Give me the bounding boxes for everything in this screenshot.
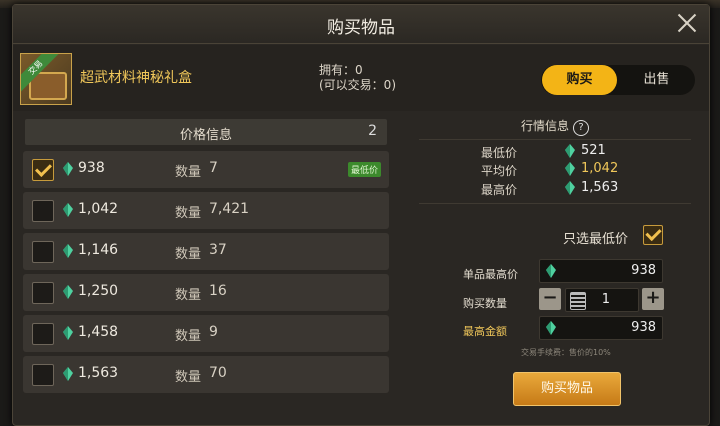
price-rows: 938 数量 7 最低价 1,042 数量 7,421 1,146 数量 37 1,250 数量 16 1… (23, 151, 389, 397)
purchase-button[interactable]: 购买物品 (513, 372, 621, 406)
row-price: 1,250 (78, 283, 119, 299)
price-row[interactable]: 1,146 数量 37 (23, 233, 389, 270)
row-price: 1,458 (78, 324, 119, 340)
row-qty-value: 9 (209, 324, 218, 340)
row-qty-label: 数量 (175, 247, 202, 262)
row-price: 938 (78, 160, 105, 176)
price-list-title: 价格信息 (179, 128, 232, 143)
price-list-count: 2 (368, 123, 377, 139)
gem-icon (565, 181, 575, 195)
gem-icon (63, 162, 73, 176)
gem-icon (546, 264, 556, 278)
buy-sell-toggle: 购买 出售 (541, 65, 695, 95)
price-row[interactable]: 1,563 数量 70 (23, 356, 389, 393)
row-qty-value: 70 (209, 365, 227, 381)
calculator-icon[interactable] (570, 292, 586, 310)
max-total-value: 938 (631, 320, 656, 335)
quantity-plus-button[interactable]: + (642, 288, 664, 310)
row-checkbox[interactable] (32, 159, 54, 181)
help-icon[interactable]: ? (573, 120, 589, 136)
gem-icon (546, 321, 556, 335)
row-checkbox[interactable] (32, 323, 54, 345)
item-header: 交易 超武材料神秘礼盒 拥有：0 (可以交易：0) 购买 出售 (13, 45, 709, 111)
row-qty-label: 数量 (175, 165, 202, 180)
market-info-label: 行情信息 (520, 119, 569, 133)
owned-info: 拥有：0 (可以交易：0) (319, 63, 396, 93)
max-price-label: 最高价 (481, 183, 518, 197)
row-qty-label: 数量 (175, 329, 202, 344)
min-price-value: 521 (581, 143, 606, 158)
avg-price-value: 1,042 (581, 161, 619, 176)
price-list-panel: 价格信息 2 938 数量 7 最低价 1,042 数量 7,421 1,146 数量 37 1,2… (21, 115, 391, 413)
row-qty-label: 数量 (175, 370, 202, 385)
price-row[interactable]: 1,458 数量 9 (23, 315, 389, 352)
row-checkbox[interactable] (32, 200, 54, 222)
price-row[interactable]: 1,042 数量 7,421 (23, 192, 389, 229)
gem-icon (63, 244, 73, 258)
min-price-label: 最低价 (481, 146, 518, 160)
dialog-title: 购买物品 (327, 18, 395, 38)
tab-sell[interactable]: 出售 (619, 65, 694, 95)
divider (419, 203, 691, 204)
order-panel: 行情信息? 最低价 521 平均价 1,042 最高价 1,563 只选最低价 … (409, 115, 701, 413)
quantity-label: 购买数量 (463, 297, 507, 310)
row-checkbox[interactable] (32, 282, 54, 304)
row-qty-value: 16 (209, 283, 227, 299)
gem-icon (565, 162, 575, 176)
gem-icon (63, 367, 73, 381)
price-row[interactable]: 1,250 数量 16 (23, 274, 389, 311)
gem-icon (63, 285, 73, 299)
avg-price-label: 平均价 (481, 164, 518, 178)
row-qty-value: 37 (209, 242, 227, 258)
item-name: 超武材料神秘礼盒 (80, 70, 192, 86)
max-price-value: 1,563 (581, 180, 619, 195)
row-price: 1,042 (78, 201, 119, 217)
max-total-label: 最高金额 (463, 325, 507, 338)
max-unit-price-value: 938 (631, 263, 656, 278)
tradable-count: (可以交易：0) (319, 78, 396, 92)
fee-note: 交易手续费：售价的10% (521, 348, 611, 357)
tab-buy[interactable]: 购买 (542, 65, 617, 95)
purchase-dialog: 购买物品 交易 超武材料神秘礼盒 拥有：0 (可以交易：0) 购买 出售 价格信… (12, 4, 710, 426)
owned-count: 拥有：0 (319, 63, 363, 77)
only-lowest-checkbox[interactable] (643, 225, 663, 245)
row-qty-label: 数量 (175, 206, 202, 221)
max-unit-price-label: 单品最高价 (463, 268, 518, 281)
market-info-title: 行情信息? (409, 117, 701, 136)
max-total-field[interactable]: 938 (539, 316, 663, 340)
row-price: 1,146 (78, 242, 119, 258)
title-bar: 购买物品 (13, 5, 709, 44)
row-price: 1,563 (78, 365, 119, 381)
max-unit-price-field[interactable]: 938 (539, 259, 663, 283)
row-checkbox[interactable] (32, 364, 54, 386)
gem-icon (63, 326, 73, 340)
quantity-minus-button[interactable]: − (539, 288, 561, 310)
row-checkbox[interactable] (32, 241, 54, 263)
gem-icon (63, 203, 73, 217)
price-list-header: 价格信息 2 (25, 119, 387, 145)
item-icon: 交易 (20, 53, 72, 105)
divider (419, 139, 691, 140)
row-qty-label: 数量 (175, 288, 202, 303)
price-row[interactable]: 938 数量 7 最低价 (23, 151, 389, 188)
close-icon[interactable] (675, 11, 699, 35)
quantity-input[interactable]: 1 (565, 288, 639, 312)
quantity-value: 1 (601, 292, 610, 307)
row-qty-value: 7 (209, 160, 218, 176)
gem-icon (565, 144, 575, 158)
only-lowest-label: 只选最低价 (563, 232, 629, 247)
lowest-price-badge: 最低价 (347, 162, 381, 177)
row-qty-value: 7,421 (209, 201, 250, 217)
